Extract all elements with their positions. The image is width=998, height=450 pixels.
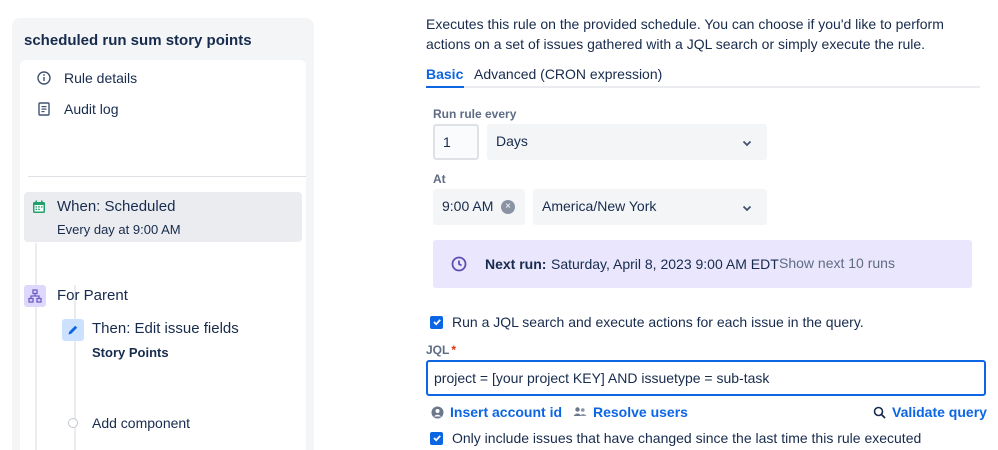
info-icon: [36, 70, 52, 86]
changed-issues-checkbox-label: Only include issues that have changed si…: [452, 430, 922, 446]
clear-time-icon[interactable]: ×: [501, 200, 515, 214]
audit-log-label: Audit log: [64, 101, 119, 117]
active-tab-indicator: [426, 86, 464, 88]
people-icon: [573, 405, 587, 419]
rule-title: scheduled run sum story points: [24, 32, 252, 49]
insert-account-id-link[interactable]: Insert account id: [430, 404, 562, 420]
audit-log-link[interactable]: Audit log: [36, 101, 118, 117]
rule-details-link[interactable]: Rule details: [36, 70, 137, 86]
search-icon: [872, 405, 886, 419]
run-every-unit-value: Days: [496, 133, 528, 149]
pencil-icon: [62, 319, 84, 341]
resolve-users-label: Resolve users: [593, 404, 688, 420]
add-component-label: Add component: [92, 415, 191, 431]
chevron-down-icon: [741, 201, 753, 213]
rule-sidebar: scheduled run sum story points Rule deta…: [12, 18, 314, 450]
run-every-number-input[interactable]: 1: [433, 124, 479, 160]
required-asterisk: *: [451, 343, 457, 357]
show-next-runs-link[interactable]: Show next 10 runs: [779, 255, 895, 271]
changed-issues-checkbox-row: Only include issues that have changed si…: [430, 430, 921, 446]
schedule-tabs: Basic Advanced (CRON expression): [426, 62, 980, 88]
changed-issues-checkbox[interactable]: [430, 431, 443, 445]
flow-connector-line: [35, 243, 37, 450]
tab-advanced[interactable]: Advanced (CRON expression): [474, 66, 662, 82]
jql-label-text: JQL: [426, 343, 450, 357]
trigger-description: Executes this rule on the provided sched…: [426, 16, 944, 52]
user-avatar-icon: [430, 405, 444, 419]
next-run-banner: Next run: Saturday, April 8, 2023 9:00 A…: [433, 240, 972, 288]
tab-basic[interactable]: Basic: [426, 66, 463, 82]
jql-query-input[interactable]: project = [your project KEY] AND issuety…: [426, 360, 986, 396]
sidebar-divider: [28, 176, 306, 177]
trigger-subtitle: Every day at 9:00 AM: [57, 222, 181, 237]
rule-components-card: Rule details Audit log When: Scheduled E…: [20, 60, 306, 450]
branch-title: For Parent: [57, 287, 128, 304]
add-component-button[interactable]: Add component: [68, 415, 190, 431]
rule-details-label: Rule details: [64, 70, 138, 86]
resolve-users-link[interactable]: Resolve users: [573, 404, 688, 420]
jql-search-checkbox-label: Run a JQL search and execute actions for…: [452, 314, 864, 330]
action-subtitle: Story Points: [92, 345, 169, 360]
next-run-value: Saturday, April 8, 2023 9:00 AM EDT: [551, 256, 779, 272]
jql-search-checkbox[interactable]: [430, 315, 443, 329]
insert-account-id-label: Insert account id: [450, 404, 563, 420]
timezone-select[interactable]: America/New York: [533, 189, 767, 225]
time-value: 9:00 AM: [442, 198, 494, 214]
document-icon: [36, 101, 52, 117]
jql-search-checkbox-row: Run a JQL search and execute actions for…: [430, 314, 864, 330]
timezone-value: America/New York: [542, 198, 657, 214]
time-input[interactable]: 9:00 AM ×: [433, 189, 525, 225]
action-title: Then: Edit issue fields: [92, 320, 239, 337]
calendar-icon: [32, 200, 48, 216]
run-every-label: Run rule every: [433, 107, 517, 121]
next-run-label: Next run:: [485, 256, 547, 272]
run-every-unit-select[interactable]: Days: [487, 124, 767, 160]
clock-icon: [451, 256, 467, 272]
jql-label: JQL *: [426, 343, 456, 357]
trigger-title: When: Scheduled: [57, 198, 176, 215]
at-label: At: [433, 172, 446, 186]
chevron-down-icon: [741, 136, 753, 148]
validate-query-link[interactable]: Validate query: [872, 404, 987, 420]
trigger-component[interactable]: When: Scheduled Every day at 9:00 AM: [24, 192, 302, 242]
branch-hierarchy-icon: [24, 285, 46, 307]
validate-query-label: Validate query: [892, 404, 987, 420]
add-component-dot-icon: [68, 418, 78, 428]
